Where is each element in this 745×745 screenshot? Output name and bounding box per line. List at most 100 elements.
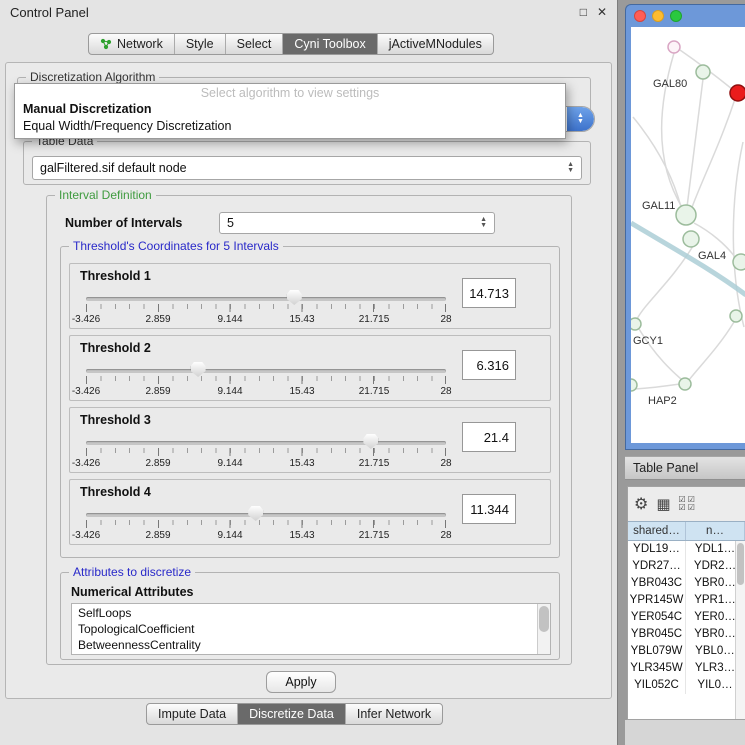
tick-label: 9.144 [217,530,242,541]
table-row[interactable]: YLR345WYLR3… [628,660,745,677]
apply-button[interactable]: Apply [266,671,336,693]
combo-arrows-icon: ▲▼ [480,217,487,229]
tab-network[interactable]: Network [89,34,175,54]
network-canvas[interactable]: GAL80GAL11GAL4GCY1HAP2 [631,27,745,443]
slider-track[interactable] [86,297,446,301]
table-cell: YLR345W [628,660,686,677]
slider-track[interactable] [86,369,446,373]
columns-icon[interactable]: ▦ [656,495,670,513]
column-header-name[interactable]: n… [686,522,745,540]
table-row[interactable]: YDL19…YDL1… [628,541,745,558]
threshold-value-field[interactable]: 21.4 [462,422,516,452]
tab-select[interactable]: Select [226,34,284,54]
table-cell: YDR27… [628,558,686,575]
table-row[interactable]: YIL052CYIL0… [628,677,745,694]
slider-track[interactable] [86,513,446,517]
threshold-value-field[interactable]: 6.316 [462,350,516,380]
tick-label: 28 [440,530,451,541]
table-cell: YBR045C [628,626,686,643]
threshold-panel: Threshold 2 -3.4262.8599.14415.4321.71528… [69,335,551,401]
threshold-value-field[interactable]: 14.713 [462,278,516,308]
slider-track[interactable] [86,441,446,445]
tick-label: 2.859 [145,530,170,541]
scrollbar-thumb[interactable] [737,543,744,585]
close-window-icon[interactable] [634,10,646,22]
network-node[interactable] [676,205,696,225]
bottom-tabbar: Impute Data Discretize Data Infer Networ… [146,703,443,725]
gear-icon[interactable]: ⚙ [634,494,648,514]
table-row[interactable]: YER054CYER0… [628,609,745,626]
tab-infer-network[interactable]: Infer Network [346,704,442,724]
network-node[interactable] [730,85,745,101]
table-scrollbar[interactable] [735,541,745,719]
tab-style[interactable]: Style [175,34,226,54]
threshold-slider[interactable]: -3.4262.8599.14415.4321.71528 [86,434,446,472]
threshold-panel: Threshold 3-3.4262.8599.14415.4321.71528… [69,407,551,473]
table-row[interactable]: YDR27…YDR2… [628,558,745,575]
tab-discretize-data[interactable]: Discretize Data [238,704,346,724]
threshold-slider[interactable]: -3.4262.8599.14415.4321.71528 [86,290,446,328]
tick-label: -3.426 [72,314,100,325]
menu-item-equal-width-frequency[interactable]: Equal Width/Frequency Discretization [15,118,565,135]
menu-item-manual-discretization[interactable]: Manual Discretization [15,101,565,118]
network-node-label: GAL4 [698,250,726,262]
tick-label: -3.426 [72,530,100,541]
column-header-shared-name[interactable]: shared… [628,522,686,540]
group-label: Attributes to discretize [69,565,195,579]
network-node[interactable] [683,231,699,247]
table-row[interactable]: YBR045CYBR0… [628,626,745,643]
threshold-slider[interactable]: -3.4262.8599.14415.4321.71528 [86,362,446,400]
table-cell: YPR145W [628,592,686,609]
slider-thumb[interactable] [363,434,378,449]
tab-impute-data[interactable]: Impute Data [147,704,238,724]
float-icon[interactable]: □ [580,5,587,19]
tick-label: 28 [440,458,451,469]
slider-thumb[interactable] [248,506,263,521]
number-of-intervals-combobox[interactable]: 5 ▲▼ [219,212,495,234]
table-row[interactable]: YBL079WYBL0… [628,643,745,660]
tick-label: 28 [440,314,451,325]
table-toolbar: ⚙ ▦ ☑☑ ☑☑ [628,487,745,521]
table-data-combobox[interactable]: galFiltered.sif default node ▲▼ [32,156,582,180]
thresholds-group: Threshold's Coordinates for 5 Intervals … [60,246,560,558]
network-node[interactable] [733,254,745,270]
algorithm-dropdown-popup: Select algorithm to view settings Manual… [14,83,566,139]
close-icon[interactable]: ✕ [597,5,607,19]
table-row[interactable]: YPR145WYPR1… [628,592,745,609]
cyni-toolbox-panel: Discretization Algorithm ▲▼ Select algor… [5,62,612,699]
network-node[interactable] [730,310,742,322]
tick-label: 21.715 [359,530,390,541]
minimize-window-icon[interactable] [652,10,664,22]
screen: Control Panel □ ✕ Network Style Select C… [0,0,745,745]
table-cell: YBL079W [628,643,686,660]
network-node[interactable] [631,318,641,330]
interval-definition-group: Interval Definition Number of Intervals … [46,195,572,665]
list-scrollbar[interactable] [537,604,550,654]
network-node[interactable] [668,41,680,53]
tab-cyni-toolbox[interactable]: Cyni Toolbox [283,34,377,54]
threshold-slider[interactable]: -3.4262.8599.14415.4321.71528 [86,506,446,544]
table-cell: YBR043C [628,575,686,592]
network-node[interactable] [679,378,691,390]
network-node-label: GCY1 [633,335,663,347]
threshold-label: Threshold 2 [80,341,151,355]
tab-jactivemnodules[interactable]: jActiveMNodules [378,34,493,54]
table-cell: YDL19… [628,541,686,558]
threshold-value-field[interactable]: 11.344 [462,494,516,524]
table-cell: YER054C [628,609,686,626]
tick-label: 2.859 [145,386,170,397]
checkbox-grid-icon[interactable]: ☑☑ ☑☑ [679,496,695,512]
table-row[interactable]: YBR043CYBR0… [628,575,745,592]
list-item[interactable]: TopologicalCoefficient [72,621,536,637]
tick-label: 15.43 [289,314,314,325]
list-item[interactable]: SelfLoops [72,605,536,621]
slider-thumb[interactable] [191,362,206,377]
scrollbar-thumb[interactable] [539,606,549,632]
network-node[interactable] [696,65,710,79]
network-node[interactable] [631,379,637,391]
slider-major-ticks [86,448,446,456]
slider-thumb[interactable] [287,290,302,305]
list-item[interactable]: BetweennessCentrality [72,637,536,653]
threshold-panel: Threshold 1-3.4262.8599.14415.4321.71528… [69,263,551,329]
zoom-window-icon[interactable] [670,10,682,22]
